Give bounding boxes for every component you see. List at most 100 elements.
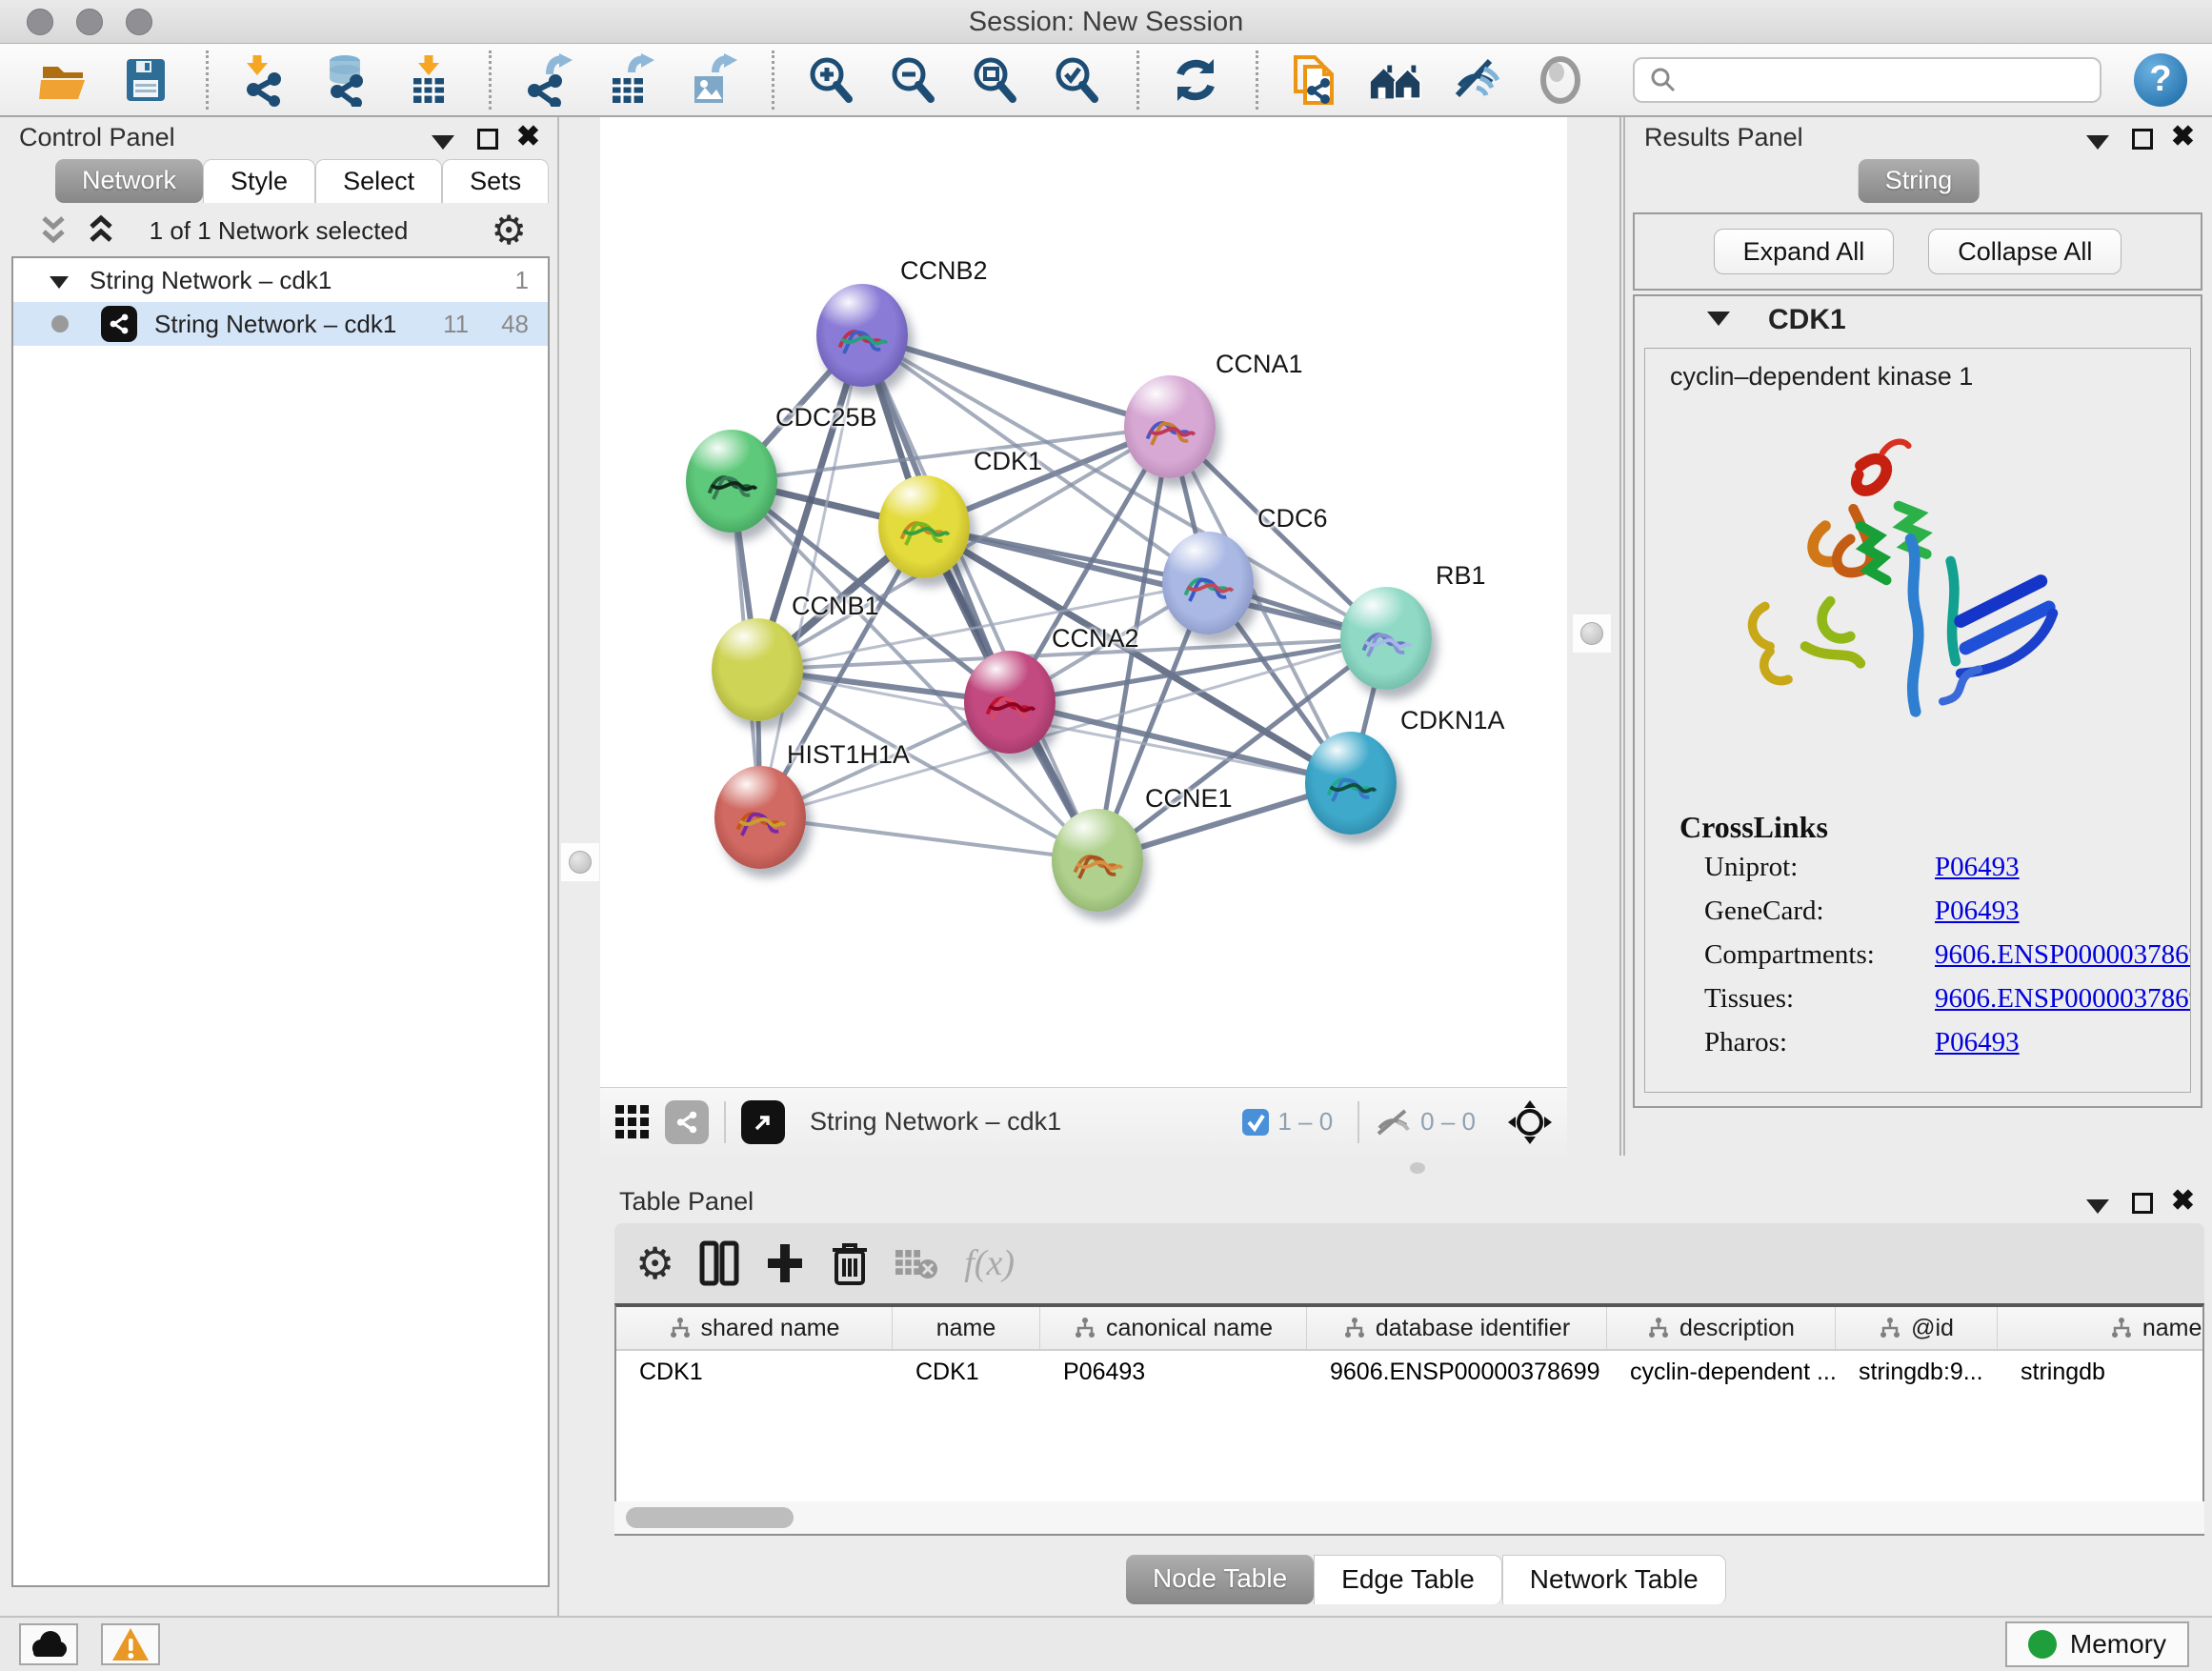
column-header-description[interactable]: description <box>1607 1307 1836 1349</box>
node-CCNA1[interactable] <box>1124 375 1216 478</box>
share-view-icon[interactable] <box>665 1100 709 1144</box>
node-CDK1[interactable] <box>878 475 970 578</box>
import-network-file-button[interactable] <box>237 52 292 108</box>
node-RB1[interactable] <box>1340 587 1432 690</box>
splitter-knob[interactable] <box>561 843 599 881</box>
edge-CCNB2-CCNA1[interactable] <box>862 335 1170 427</box>
node-HIST1H1A[interactable] <box>714 766 806 869</box>
node-CCNB2[interactable] <box>816 284 908 387</box>
crosslink-link[interactable]: P06493 <box>1935 896 2020 927</box>
table-cell[interactable]: stringdb:9... <box>1836 1351 1998 1395</box>
table-cell[interactable]: cyclin-dependent ... <box>1607 1351 1836 1395</box>
zoom-fit-button[interactable] <box>967 52 1022 108</box>
memory-button[interactable]: Memory <box>2005 1621 2189 1667</box>
open-session-button[interactable] <box>36 52 91 108</box>
table-cell[interactable]: CDK1 <box>616 1351 893 1395</box>
network-canvas[interactable]: CCNB2CCNA1CDC25BCDK1CDC6RB1CCNB1CCNA2CDK… <box>600 117 1567 1087</box>
import-table-file-button[interactable] <box>401 52 456 108</box>
save-session-button[interactable] <box>118 52 173 108</box>
export-network-button[interactable] <box>520 52 575 108</box>
table-cell[interactable]: stringdb <box>1998 1351 2204 1395</box>
zoom-out-button[interactable] <box>885 52 940 108</box>
edge-CCNB2-CCNE1[interactable] <box>862 335 1097 860</box>
splitter-knob[interactable] <box>1573 614 1611 653</box>
node-CCNA2[interactable] <box>964 651 1056 754</box>
tab-network-table[interactable]: Network Table <box>1502 1555 1726 1604</box>
node-CCNB1[interactable] <box>712 618 803 721</box>
tab-select[interactable]: Select <box>315 159 442 203</box>
birdseye-toggle-button[interactable] <box>1533 52 1588 108</box>
tab-string[interactable]: String <box>1859 159 1980 203</box>
network-row-selected[interactable]: String Network – cdk1 11 48 <box>13 302 548 346</box>
tab-style[interactable]: Style <box>203 159 315 203</box>
cloud-status-button[interactable] <box>19 1623 78 1665</box>
crosslink-link[interactable]: P06493 <box>1935 852 2020 883</box>
hidden-eye-icon[interactable] <box>1375 1107 1413 1137</box>
scrollbar-thumb[interactable] <box>626 1507 794 1528</box>
table-settings-gear-icon[interactable]: ⚙ <box>635 1243 674 1283</box>
crosslink-link[interactable]: 9606.ENSP00000378699 <box>1935 983 2191 1015</box>
panel-close-button[interactable]: ✖ <box>2171 127 2195 148</box>
node-CDKN1A[interactable] <box>1305 732 1397 835</box>
panel-maximize-button[interactable] <box>2132 127 2153 156</box>
column-header-namespace[interactable]: namespace <box>1998 1307 2204 1349</box>
import-network-database-button[interactable] <box>319 52 374 108</box>
column-header--id[interactable]: @id <box>1836 1307 1998 1349</box>
panel-close-button[interactable]: ✖ <box>516 127 540 148</box>
zoom-selected-button[interactable] <box>1049 52 1104 108</box>
panel-float-button[interactable] <box>2086 1191 2109 1220</box>
zoom-in-button[interactable] <box>803 52 858 108</box>
add-column-icon[interactable] <box>764 1240 806 1286</box>
protein-section-header[interactable]: CDK1 <box>1635 296 2201 346</box>
panel-maximize-button[interactable] <box>477 127 498 156</box>
splitter-knob[interactable] <box>1410 1162 1425 1174</box>
panel-float-button[interactable] <box>2086 127 2109 156</box>
table-row[interactable]: CDK1CDK1P064939606.ENSP00000378699cyclin… <box>616 1351 2202 1395</box>
tab-sets[interactable]: Sets <box>442 159 549 203</box>
node-CDC6[interactable] <box>1162 532 1254 634</box>
function-builder-icon[interactable]: f(x) <box>964 1242 1015 1284</box>
panel-maximize-button[interactable] <box>2132 1191 2153 1220</box>
crosslink-link[interactable]: P06493 <box>1935 1027 2020 1058</box>
delete-column-icon[interactable] <box>831 1240 869 1286</box>
copy-style-button[interactable] <box>1287 52 1342 108</box>
help-button[interactable]: ? <box>2134 53 2187 107</box>
section-collapse-icon[interactable] <box>1707 312 1730 326</box>
grid-view-icon[interactable] <box>613 1103 652 1141</box>
node-CDC25B[interactable] <box>686 430 777 533</box>
node-CCNE1[interactable] <box>1052 809 1143 912</box>
crosslink-link[interactable]: 9606.ENSP00000378699 <box>1935 939 2191 971</box>
panel-close-button[interactable]: ✖ <box>2171 1191 2195 1212</box>
gear-icon[interactable]: ⚙ <box>491 211 527 251</box>
table-cell[interactable]: 9606.ENSP00000378699 <box>1307 1351 1607 1395</box>
tab-network[interactable]: Network <box>55 159 203 203</box>
export-image-button[interactable] <box>684 52 739 108</box>
table-cell[interactable]: P06493 <box>1040 1351 1307 1395</box>
collapse-all-button[interactable]: Collapse All <box>1928 229 2122 274</box>
left-splitter[interactable] <box>557 117 600 1616</box>
network-collection-row[interactable]: String Network – cdk1 1 <box>13 258 548 302</box>
tree-expand-icon[interactable] <box>50 266 69 295</box>
table-cell[interactable]: CDK1 <box>893 1351 1040 1395</box>
edge-HIST1H1A-CCNE1[interactable] <box>760 817 1097 860</box>
table-horizontal-scrollbar[interactable] <box>614 1501 2204 1534</box>
expand-all-button[interactable]: Expand All <box>1714 229 1895 274</box>
global-search-box[interactable] <box>1633 57 2101 103</box>
first-neighbors-button[interactable] <box>1369 52 1424 108</box>
export-table-button[interactable] <box>602 52 657 108</box>
clear-table-icon[interactable] <box>894 1244 939 1282</box>
column-header-name[interactable]: name <box>893 1307 1040 1349</box>
show-columns-icon[interactable] <box>699 1240 739 1286</box>
panel-float-button[interactable] <box>432 127 454 156</box>
crosshair-icon[interactable] <box>1506 1098 1554 1146</box>
column-header-canonical-name[interactable]: canonical name <box>1040 1307 1307 1349</box>
show-hide-button[interactable] <box>1451 52 1506 108</box>
tab-edge-table[interactable]: Edge Table <box>1314 1555 1502 1604</box>
selected-checkbox-icon[interactable] <box>1241 1108 1270 1137</box>
detach-view-icon[interactable] <box>741 1100 785 1144</box>
tab-node-table[interactable]: Node Table <box>1126 1555 1314 1604</box>
warnings-button[interactable] <box>101 1623 160 1665</box>
column-header-database-identifier[interactable]: database identifier <box>1307 1307 1607 1349</box>
column-header-shared-name[interactable]: shared name <box>616 1307 893 1349</box>
search-input[interactable] <box>1679 65 2079 94</box>
